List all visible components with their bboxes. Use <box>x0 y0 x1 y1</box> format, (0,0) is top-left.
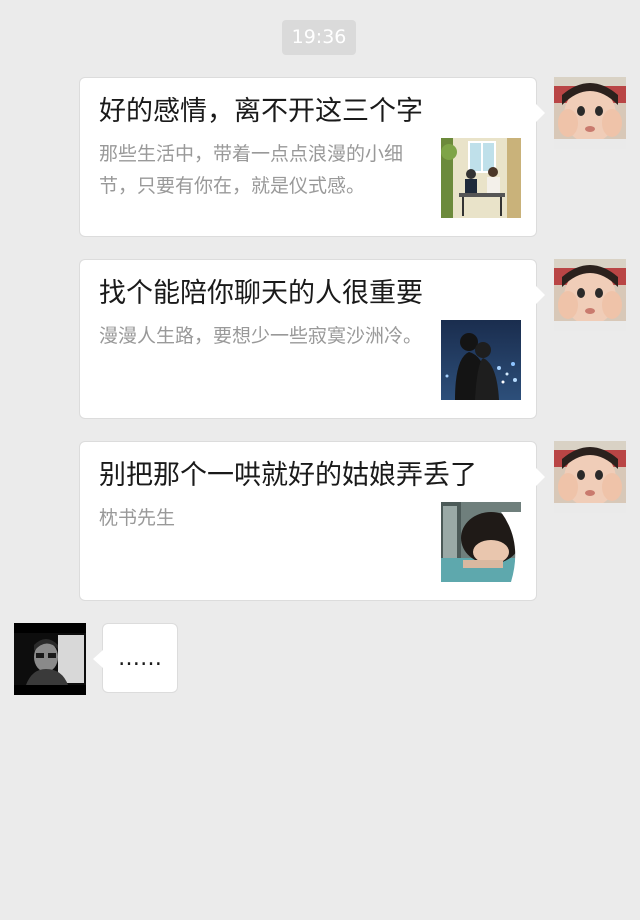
link-card-message[interactable]: 别把那个一哄就好的姑娘弄丢了 枕书先生 <box>79 441 545 601</box>
self-avatar[interactable] <box>554 441 626 513</box>
link-card-title: 好的感情，离不开这三个字 <box>99 96 423 127</box>
link-card-message[interactable]: 找个能陪你聊天的人很重要 漫漫人生路，要想少一些寂寞沙洲冷。 <box>79 259 545 419</box>
contact-avatar[interactable] <box>14 623 86 695</box>
link-card-message[interactable]: 好的感情，离不开这三个字 那些生活中，带着一点点浪漫的小细节，只要有你在，就是仪… <box>79 77 545 237</box>
message-timestamp: 19:36 <box>282 20 356 55</box>
link-card-title: 找个能陪你聊天的人很重要 <box>99 278 423 309</box>
link-card-description: 枕书先生 <box>99 507 176 529</box>
self-avatar[interactable] <box>554 77 626 149</box>
link-card-thumbnail <box>441 502 521 582</box>
link-card-title: 别把那个一哄就好的姑娘弄丢了 <box>99 460 477 491</box>
text-message-bubble[interactable]: …… <box>93 623 178 693</box>
self-avatar[interactable] <box>554 259 626 331</box>
link-card-description: 漫漫人生路，要想少一些寂寞沙洲冷。 <box>99 325 423 347</box>
link-card-thumbnail <box>441 138 521 218</box>
link-card-thumbnail <box>441 320 521 400</box>
link-card-description: 那些生活中，带着一点点浪漫的小细节，只要有你在，就是仪式感。 <box>99 143 404 197</box>
